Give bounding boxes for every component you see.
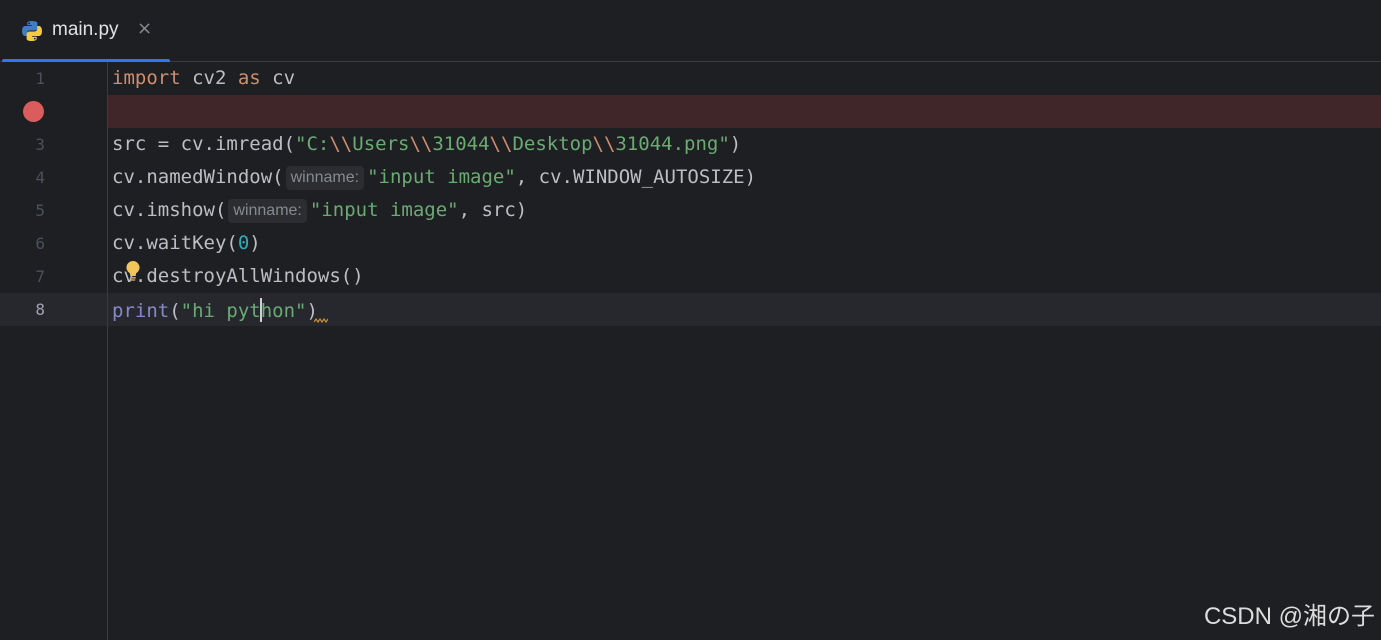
line-number: 8 (35, 300, 45, 319)
code-text: import cv2 as cv (112, 67, 295, 89)
breakpoint-icon[interactable] (23, 101, 44, 122)
code-line-1[interactable]: 1 import cv2 as cv (0, 62, 1381, 95)
line-number: 3 (35, 135, 45, 154)
string-token: hon" (260, 300, 307, 322)
python-icon (22, 21, 42, 41)
code-text: cv.waitKey(0) (112, 232, 261, 254)
code-token: cv.namedWindow( (112, 166, 284, 188)
line-number: 4 (35, 168, 45, 187)
watermark: CSDN @湘の子 (1203, 603, 1375, 630)
string-token: "hi pyt (180, 300, 261, 322)
code-line-3[interactable]: 3 src = cv.imread("C:\\Users\\31044\\Des… (0, 128, 1381, 161)
code-token: ( (169, 300, 181, 322)
tab-main-py[interactable]: main.py × (0, 0, 170, 63)
editor-tab-bar: main.py × (0, 0, 1381, 63)
code-line-6[interactable]: 6 cv.waitKey(0) (0, 227, 1381, 260)
line-number: 7 (35, 267, 45, 286)
line-number: 1 (35, 69, 45, 88)
lightbulb-icon[interactable] (124, 260, 142, 282)
code-token: cv.imshow( (112, 199, 227, 221)
code-text: cv.namedWindow(winname: "input image", cv… (112, 166, 756, 190)
string-token: Desktop (512, 133, 593, 155)
code-line-4[interactable]: 4 cv.namedWindow(winname: "input image", … (0, 161, 1381, 194)
code-token: ) (729, 133, 742, 155)
keyword-as: as (237, 67, 261, 89)
tab-filename: main.py (52, 19, 119, 40)
code-line-8[interactable]: 8 print("hi python") (0, 293, 1381, 326)
alias-name: cv (260, 67, 296, 89)
string-token: "C: (295, 133, 330, 155)
code-text: src = cv.imread("C:\\Users\\31044\\Deskt… (112, 133, 741, 155)
line-number: 5 (35, 201, 45, 220)
module-name: cv2 (180, 67, 238, 89)
escape-token: \\ (592, 133, 616, 155)
string-token: 31044.png" (615, 133, 730, 155)
escape-token: \\ (329, 133, 353, 155)
string-token: "input image" (367, 166, 516, 188)
code-line-5[interactable]: 5 cv.imshow(winname: "input image", src) (0, 194, 1381, 227)
number-token: 0 (237, 232, 250, 254)
string-token: "input image" (309, 199, 459, 221)
code-line-7[interactable]: 7 cv.destroyAllWindows() (0, 260, 1381, 293)
escape-token: \\ (489, 133, 513, 155)
code-token: ) (249, 232, 261, 254)
code-line-2[interactable] (0, 95, 1381, 128)
string-token: Users (352, 133, 410, 155)
line-number: 6 (35, 234, 45, 253)
code-token: cv.waitKey( (112, 232, 238, 254)
error-line-highlight (108, 95, 1381, 128)
code-editor[interactable]: 1 import cv2 as cv 3 src = cv.imread("C:… (0, 62, 1381, 640)
code-text: cv.destroyAllWindows() (112, 265, 364, 287)
code-text: cv.imshow(winname: "input image", src) (112, 199, 527, 223)
code-token: src = cv.imread( (112, 133, 296, 155)
code-token: , src) (458, 199, 528, 221)
warning-squiggle (314, 318, 328, 324)
code-token: , cv.WINDOW_AUTOSIZE) (515, 166, 757, 188)
builtin-token: print (112, 300, 170, 322)
keyword-import: import (112, 67, 181, 89)
string-token: 31044 (432, 133, 490, 155)
escape-token: \\ (409, 133, 433, 155)
code-text: print("hi python") (112, 298, 318, 322)
parameter-hint: winname: (228, 199, 307, 223)
parameter-hint: winname: (285, 166, 365, 190)
close-icon[interactable]: × (137, 18, 152, 39)
gutter-separator (107, 62, 108, 640)
